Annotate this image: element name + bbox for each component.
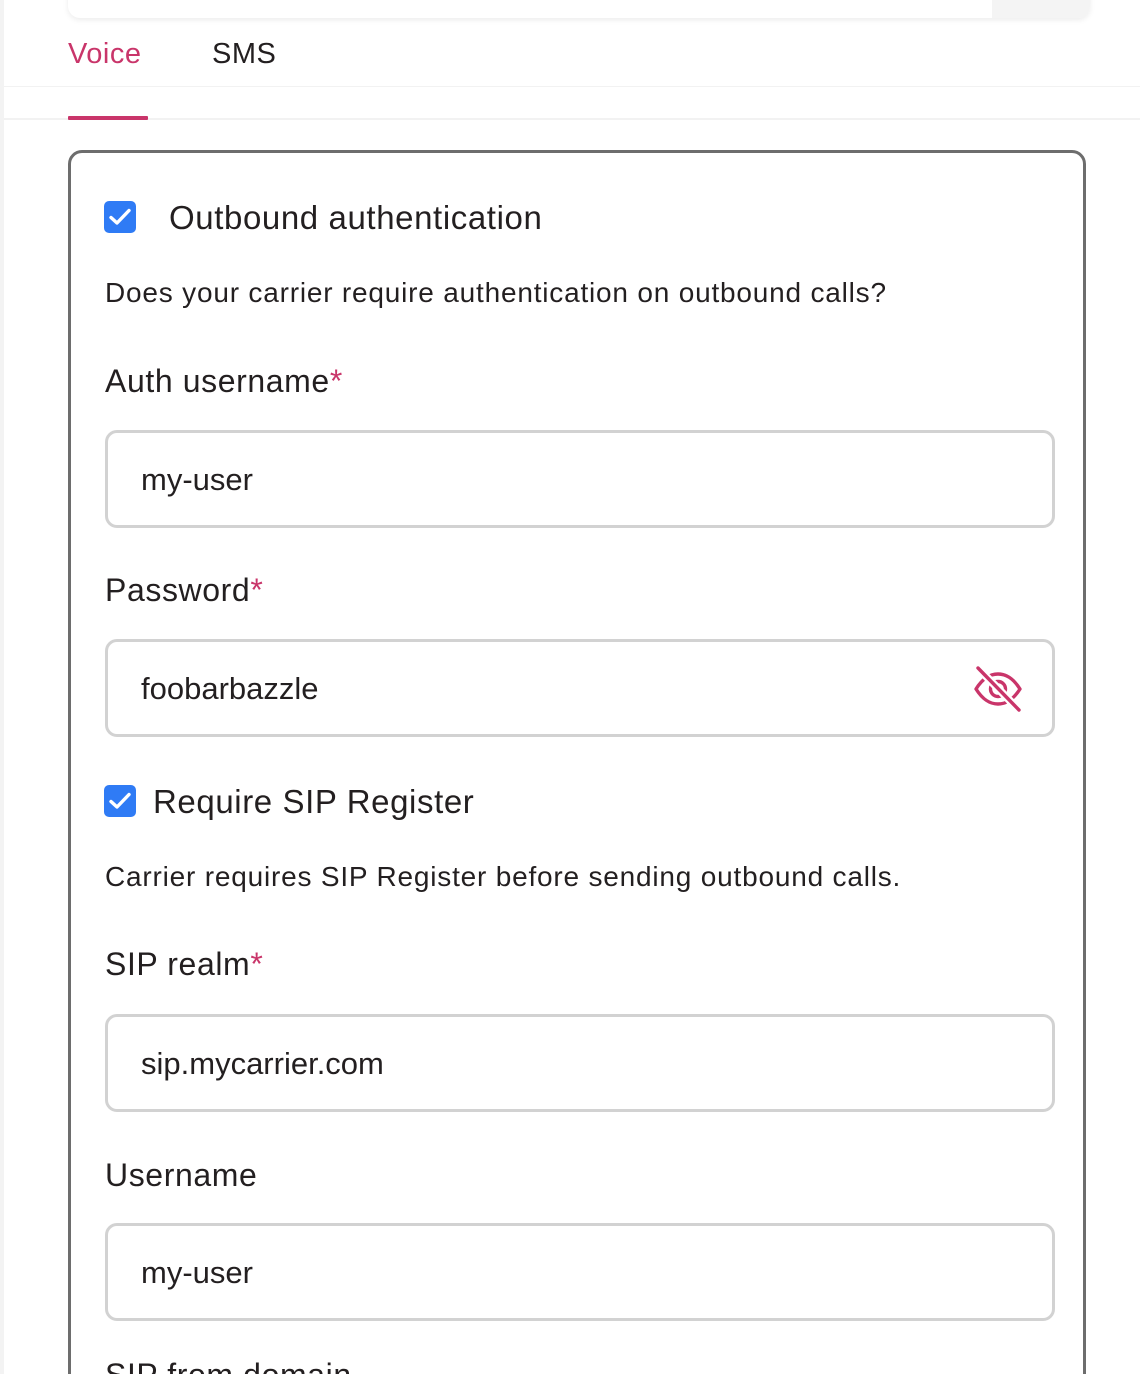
username-label-text: Username	[105, 1157, 258, 1193]
sip-register-title: Require SIP Register	[153, 783, 475, 820]
checkmark-icon	[109, 208, 131, 225]
outbound-auth-checkbox[interactable]	[104, 201, 136, 233]
outbound-auth-description: Does your carrier require authentication…	[105, 277, 887, 308]
sip-register-description: Carrier requires SIP Register before sen…	[105, 861, 902, 892]
tab-bar: Voice SMS	[68, 0, 1140, 120]
password-label-text: Password	[105, 572, 251, 608]
required-mark: *	[329, 363, 343, 399]
password-value: foobarbazzle	[141, 671, 319, 706]
outbound-auth-title: Outbound authentication	[169, 199, 543, 236]
left-border	[0, 0, 4, 1374]
username-value: my-user	[141, 1255, 253, 1290]
voice-settings-panel: Outbound authentication Does your carrie…	[68, 150, 1086, 1374]
checkmark-icon	[109, 792, 131, 809]
auth-username-label: Auth username*	[105, 363, 343, 400]
sip-from-domain-label-text: SIP from domain	[105, 1357, 405, 1374]
active-tab-indicator	[68, 116, 148, 120]
auth-username-input[interactable]: my-user	[105, 430, 1055, 528]
required-mark: *	[250, 572, 264, 608]
sip-from-domain-label: SIP from domain	[105, 1353, 405, 1374]
tab-sms[interactable]: SMS	[212, 38, 276, 71]
password-input[interactable]: foobarbazzle	[105, 639, 1055, 737]
carrier-settings-page: Voice SMS Outbound authentication Does y…	[0, 0, 1140, 1374]
auth-username-label-text: Auth username	[105, 363, 330, 399]
eye-off-icon[interactable]	[972, 665, 1024, 713]
sip-realm-value: sip.mycarrier.com	[141, 1046, 384, 1081]
sip-realm-label-text: SIP realm	[105, 946, 251, 982]
username-input[interactable]: my-user	[105, 1223, 1055, 1321]
sip-register-checkbox[interactable]	[104, 785, 136, 817]
sip-realm-label: SIP realm*	[105, 946, 263, 983]
sip-realm-input[interactable]: sip.mycarrier.com	[105, 1014, 1055, 1112]
password-label: Password*	[105, 572, 263, 609]
username-label: Username	[105, 1157, 257, 1194]
auth-username-value: my-user	[141, 462, 253, 497]
required-mark: *	[250, 946, 264, 982]
tab-voice[interactable]: Voice	[68, 38, 141, 71]
